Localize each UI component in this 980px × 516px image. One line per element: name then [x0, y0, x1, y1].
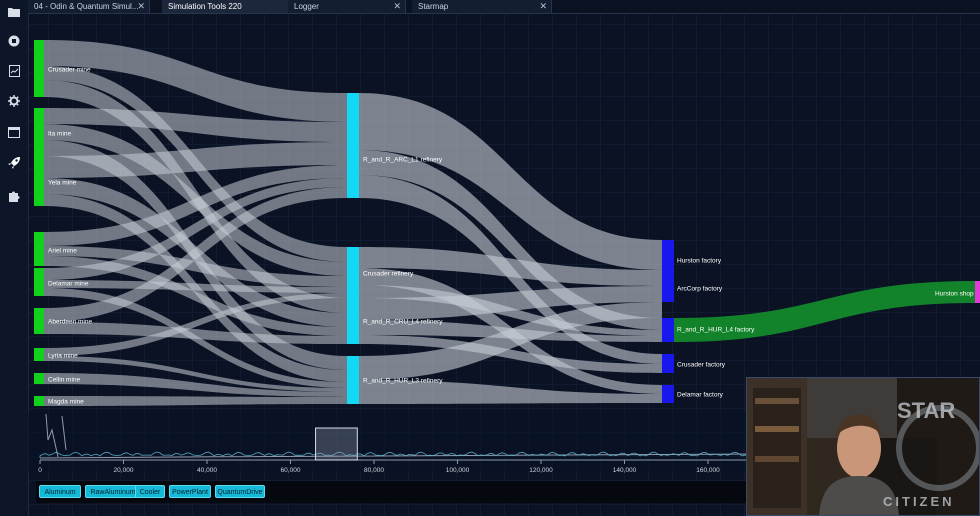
- node-mine-yela-mine[interactable]: [34, 156, 44, 206]
- tab-bar: 04 - Odin & Quantum Simul... ✕ Simulatio…: [28, 0, 980, 14]
- label-crusader-factory: Crusader factory: [677, 362, 726, 369]
- node-factory-bar-1[interactable]: [662, 318, 674, 342]
- node-refinery-r-and-r-hur-l3-refinery[interactable]: [347, 356, 359, 404]
- chip-aluminum[interactable]: Aluminum: [39, 485, 81, 498]
- label-r-and-r-hur-l3-refinery: R_and_R_HUR_L3 refinery: [363, 378, 443, 385]
- timeline-tick-label: 140,000: [613, 467, 637, 474]
- label-yela-mine: Yela mine: [48, 180, 77, 187]
- node-factory-bar-2[interactable]: [662, 354, 674, 373]
- brand-line-2: CITIZEN: [883, 494, 955, 509]
- tab-label: Logger: [294, 2, 319, 11]
- tab-label: Starmap: [418, 2, 449, 11]
- label-cellin-mine: Cellin mine: [48, 377, 81, 384]
- timeline-brush[interactable]: [315, 427, 358, 461]
- timeline-tick-label: 20,000: [114, 467, 134, 474]
- label-magda-mine: Magda mine: [48, 399, 84, 406]
- node-refinery-r-and-r-arc-l1-refinery[interactable]: [347, 93, 359, 198]
- label-hurston-factory: Hurston factory: [677, 258, 722, 265]
- label-hurston-shop: Hurston shop: [935, 291, 974, 298]
- node-mine-magda-mine[interactable]: [34, 396, 44, 406]
- timeline-tick-label: 0: [38, 467, 42, 474]
- tab-simulation-tools[interactable]: Simulation Tools 220 ✕: [162, 0, 300, 13]
- settings-icon[interactable]: [6, 93, 22, 109]
- record-icon[interactable]: [6, 33, 22, 49]
- chip-cooler[interactable]: Cooler: [135, 485, 165, 498]
- tab-logger[interactable]: Logger ✕: [288, 0, 406, 13]
- timeline-tick-label: 60,000: [281, 467, 301, 474]
- rocket-icon[interactable]: [6, 155, 22, 171]
- tab-label: Simulation Tools 220: [168, 2, 242, 11]
- timeline-tick-label: 160,000: [696, 467, 720, 474]
- node-mine-aberdeen-mine[interactable]: [34, 308, 44, 334]
- node-mine-delamar-mine[interactable]: [34, 268, 44, 296]
- label-r-and-r-hur-l4-factory: R_and_R_HUR_L4 factory: [677, 327, 755, 334]
- webcam-scene: STAR CITIZEN: [747, 378, 979, 515]
- left-toolbar: [0, 0, 29, 516]
- label-lyria-mine: Lyria mine: [48, 353, 78, 360]
- label-delamar-mine: Delamar mine: [48, 281, 89, 288]
- label-aberdeen-mine: Aberdeen mine: [48, 319, 92, 326]
- node-shop-hurston-shop[interactable]: [975, 281, 980, 303]
- filter-bar: Aluminum RawAluminum Cooler PowerPlant Q…: [36, 481, 756, 503]
- tab-label: 04 - Odin & Quantum Simul...: [34, 2, 139, 11]
- window-icon[interactable]: [6, 124, 22, 140]
- label-crusader-refinery: Crusader refinery: [363, 271, 414, 278]
- brand-line-1: STAR: [897, 398, 955, 423]
- node-mine-lyria-mine[interactable]: [34, 348, 44, 361]
- chip-rawaluminum[interactable]: RawAluminum: [85, 485, 141, 498]
- puzzle-icon[interactable]: [6, 188, 22, 204]
- chip-powerplant[interactable]: PowerPlant: [169, 485, 211, 498]
- node-factory-bar-0[interactable]: [662, 240, 674, 302]
- timeline-tick-label: 80,000: [364, 467, 384, 474]
- close-icon[interactable]: ✕: [539, 0, 547, 13]
- timeline-tick-label: 120,000: [529, 467, 553, 474]
- timeline-tick-label: 40,000: [197, 467, 217, 474]
- label-ita-mine: Ita mine: [48, 131, 72, 138]
- label-ariel-mine: Ariel mine: [48, 248, 77, 255]
- node-mine-crusader-mine[interactable]: [34, 40, 44, 97]
- chip-quantumdrive[interactable]: QuantumDrive: [215, 485, 265, 498]
- label-r-and-r-cru-l4-refinery: R_and_R_CRU_L4 refinery: [363, 319, 443, 326]
- node-mine-ariel-mine[interactable]: [34, 232, 44, 266]
- report-icon[interactable]: [6, 63, 22, 79]
- timeline-tick-label: 100,000: [446, 467, 470, 474]
- node-mine-ita-mine[interactable]: [34, 108, 44, 156]
- tab-starmap[interactable]: Starmap ✕: [412, 0, 552, 13]
- node-mine-cellin-mine[interactable]: [34, 373, 44, 384]
- webcam-overlay: STAR CITIZEN: [746, 377, 980, 516]
- node-refinery-crusader-refinery[interactable]: [347, 247, 359, 298]
- label-r-and-r-arc-l1-refinery: R_and_R_ARC_L1 refinery: [363, 157, 443, 164]
- node-refinery-r-and-r-cru-l4-refinery[interactable]: [347, 298, 359, 344]
- label-arccorp-factory: ArcCorp factory: [677, 286, 723, 293]
- node-factory-bar-3[interactable]: [662, 385, 674, 403]
- label-delamar-factory: Delamar factory: [677, 392, 724, 399]
- tab-odin-quantum[interactable]: 04 - Odin & Quantum Simul... ✕: [28, 0, 150, 13]
- folder-icon[interactable]: [6, 4, 22, 20]
- close-icon[interactable]: ✕: [137, 0, 145, 13]
- close-icon[interactable]: ✕: [393, 0, 401, 13]
- label-crusader-mine: Crusader mine: [48, 67, 91, 74]
